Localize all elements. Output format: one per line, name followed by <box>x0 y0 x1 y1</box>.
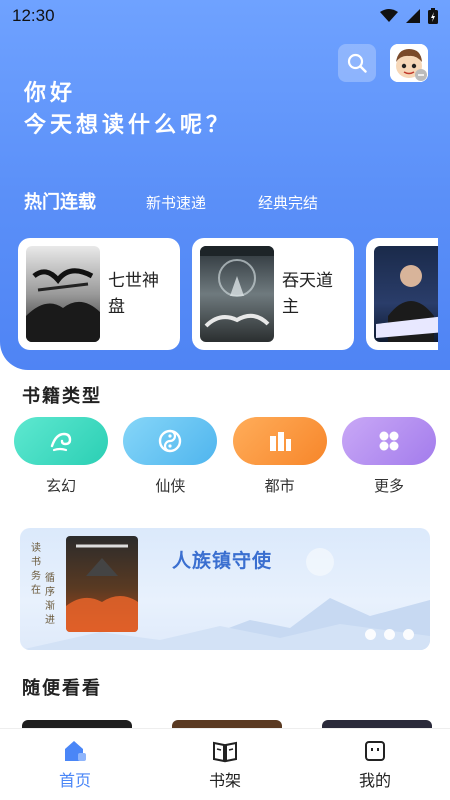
book-cover-art <box>374 246 438 342</box>
category-list: 玄幻 仙侠 都市 更多 <box>14 417 436 496</box>
status-bar: 12:30 <box>0 0 450 32</box>
banner-title: 人族镇守使 <box>172 550 273 572</box>
book-cover <box>26 246 100 342</box>
home-icon <box>65 740 86 761</box>
status-time: 12:30 <box>12 6 55 25</box>
banner-cover-art <box>66 536 138 632</box>
category-urban[interactable]: 都市 <box>232 417 327 496</box>
category-pill[interactable] <box>14 417 108 465</box>
category-label: 都市 <box>264 477 295 495</box>
battery-icon <box>428 8 438 24</box>
category-pill[interactable] <box>341 417 436 465</box>
categories-title: 书籍类型 <box>22 386 102 407</box>
search-icon <box>347 53 367 73</box>
tab-hot-serial[interactable]: 热门连载 <box>24 188 96 214</box>
yin-yang-icon <box>159 429 182 453</box>
bottom-nav: 首页 书架 我的 <box>0 728 450 800</box>
category-xianxia[interactable]: 仙侠 <box>123 417 218 496</box>
promo-banner[interactable]: 读书务在 循序渐进 人族镇守使 <box>20 528 430 650</box>
pagination-dot[interactable] <box>365 629 376 640</box>
nav-home[interactable]: 首页 <box>30 739 120 791</box>
book-cover <box>200 246 274 342</box>
recommend-title: 随便看看 <box>22 678 102 699</box>
banner-book-cover <box>66 536 138 632</box>
category-fantasy[interactable]: 玄幻 <box>14 417 108 496</box>
nav-label: 我的 <box>358 770 391 790</box>
city-icon <box>269 432 291 451</box>
category-label: 更多 <box>373 477 404 495</box>
hot-book-list: 七世神 盘 吞天道 主 <box>18 238 438 350</box>
top-actions <box>338 44 428 82</box>
fantasy-icon <box>50 432 72 452</box>
book-cover-art <box>26 246 100 342</box>
nav-label: 首页 <box>58 770 91 790</box>
book-card[interactable]: 吞天道 主 <box>192 238 354 350</box>
nav-label: 书架 <box>208 770 241 790</box>
book-card[interactable] <box>366 238 438 350</box>
grid-icon <box>379 431 399 451</box>
banner-pagination <box>365 629 414 640</box>
signal-icon <box>406 9 420 23</box>
book-icon <box>213 741 237 762</box>
banner-vertical-text: 读书务在 <box>31 543 41 596</box>
book-tabs: 热门连载 新书速递 经典完结 <box>24 188 370 214</box>
profile-icon <box>365 740 385 761</box>
pagination-dot[interactable] <box>403 629 414 640</box>
book-title: 吞天道 主 <box>282 271 333 317</box>
category-more[interactable]: 更多 <box>341 417 436 496</box>
category-label: 玄幻 <box>45 477 76 495</box>
tab-classic-complete[interactable]: 经典完结 <box>258 192 318 213</box>
nav-bookshelf[interactable]: 书架 <box>180 739 270 791</box>
avatar[interactable] <box>390 44 428 82</box>
book-cover-art <box>200 246 274 342</box>
search-button[interactable] <box>338 44 376 82</box>
category-pill[interactable] <box>232 417 327 465</box>
avatar-face-icon <box>390 44 428 82</box>
book-card[interactable]: 七世神 盘 <box>18 238 180 350</box>
hero-header: 12:30 你好 今天想读什么呢？ 热门连载 新书速递 经典完结 七世神 盘 吞… <box>0 0 450 370</box>
greeting-line-1: 你好 <box>24 81 77 106</box>
wifi-icon <box>380 9 398 22</box>
book-cover <box>374 246 438 342</box>
banner-vertical-text: 循序渐进 <box>45 573 55 626</box>
greeting: 你好 今天想读什么呢？ <box>24 78 232 142</box>
category-pill[interactable] <box>123 417 218 465</box>
status-icons <box>380 8 438 24</box>
greeting-line-2: 今天想读什么呢？ <box>24 113 233 138</box>
tab-new-books[interactable]: 新书速递 <box>146 192 206 213</box>
category-label: 仙侠 <box>155 477 186 495</box>
pagination-dot[interactable] <box>384 629 395 640</box>
nav-profile[interactable]: 我的 <box>330 739 420 791</box>
book-title: 七世神 盘 <box>108 271 159 317</box>
